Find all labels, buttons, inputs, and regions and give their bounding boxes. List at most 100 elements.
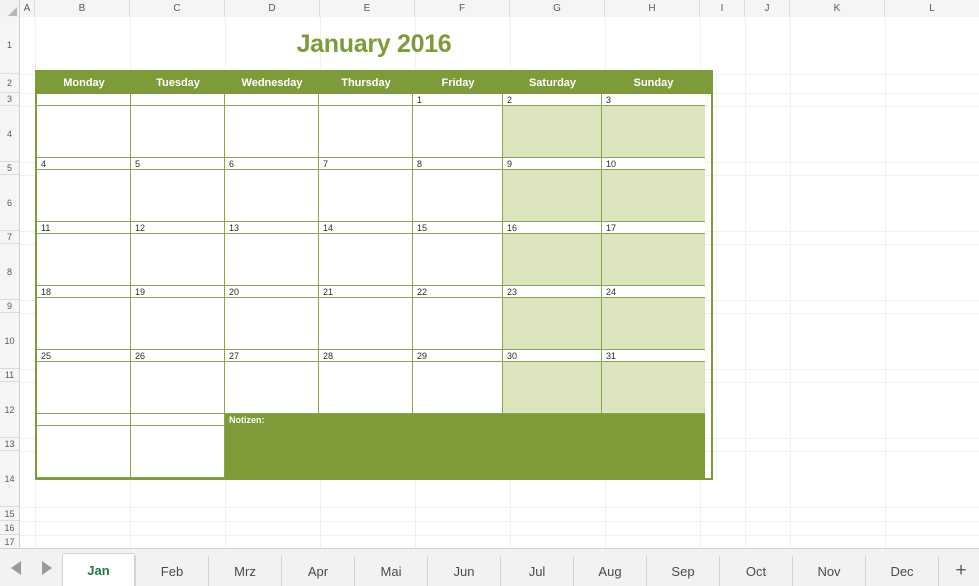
calendar-date-cell-25[interactable]: 25 (37, 350, 131, 362)
worksheet-surface[interactable]: January 2016 Monday Tuesday Wednesday Thurs… (20, 17, 979, 548)
sheet-tab-sep[interactable]: Sep (646, 556, 719, 586)
calendar-date-cell-5[interactable]: 5 (131, 158, 225, 170)
row-header-7[interactable]: 7 (0, 231, 19, 244)
sheet-tab-aug[interactable]: Aug (573, 556, 646, 586)
sheet-tab-nov[interactable]: Nov (792, 556, 865, 586)
calendar-entry-cell-27[interactable] (225, 362, 319, 414)
row-header-11[interactable]: 11 (0, 369, 19, 382)
calendar-entry-cell-2[interactable] (503, 106, 602, 158)
calendar-date-cell-31[interactable]: 31 (602, 350, 705, 362)
calendar-entry-cell-14[interactable] (319, 234, 413, 286)
calendar-date-cell-30[interactable]: 30 (503, 350, 602, 362)
calendar-date-cell-19[interactable]: 19 (131, 286, 225, 298)
notes-blank-cell[interactable] (131, 426, 225, 478)
calendar-entry-cell-18[interactable] (37, 298, 131, 350)
sheet-tab-jan[interactable]: Jan (62, 553, 135, 586)
calendar-entry-cell-26[interactable] (131, 362, 225, 414)
calendar-entry-cell-15[interactable] (413, 234, 503, 286)
sheet-tab-oct[interactable]: Oct (719, 556, 792, 586)
calendar-date-cell-1[interactable]: 1 (413, 94, 503, 106)
calendar-date-cell-empty[interactable] (225, 94, 319, 106)
calendar-entry-cell-1[interactable] (413, 106, 503, 158)
row-header-4[interactable]: 4 (0, 106, 19, 162)
column-header-a[interactable]: A (20, 0, 35, 17)
calendar-entry-cell-30[interactable] (503, 362, 602, 414)
notes-blank-cell[interactable] (37, 426, 131, 478)
calendar-date-cell-21[interactable]: 21 (319, 286, 413, 298)
sheet-tab-mrz[interactable]: Mrz (208, 556, 281, 586)
calendar-date-cell-6[interactable]: 6 (225, 158, 319, 170)
calendar-entry-cell-16[interactable] (503, 234, 602, 286)
calendar-entry-cell-11[interactable] (37, 234, 131, 286)
calendar-entry-cell-5[interactable] (131, 170, 225, 222)
calendar-date-cell-23[interactable]: 23 (503, 286, 602, 298)
calendar-entry-cell-7[interactable] (319, 170, 413, 222)
column-header-i[interactable]: I (700, 0, 745, 17)
notes-entry-area[interactable] (225, 426, 705, 478)
calendar-entry-cell-9[interactable] (503, 170, 602, 222)
calendar-date-cell-13[interactable]: 13 (225, 222, 319, 234)
row-header-8[interactable]: 8 (0, 244, 19, 300)
sheet-tab-jun[interactable]: Jun (427, 556, 500, 586)
calendar-entry-cell-24[interactable] (602, 298, 705, 350)
row-header-10[interactable]: 10 (0, 313, 19, 369)
calendar-date-cell-9[interactable]: 9 (503, 158, 602, 170)
column-header-h[interactable]: H (605, 0, 700, 17)
calendar-date-cell-26[interactable]: 26 (131, 350, 225, 362)
calendar-entry-cell-6[interactable] (225, 170, 319, 222)
select-all-corner[interactable] (0, 0, 20, 17)
calendar-date-cell-28[interactable]: 28 (319, 350, 413, 362)
calendar-entry-cell-8[interactable] (413, 170, 503, 222)
calendar-date-cell-2[interactable]: 2 (503, 94, 602, 106)
calendar-entry-cell-19[interactable] (131, 298, 225, 350)
row-header-15[interactable]: 15 (0, 507, 19, 521)
calendar-date-cell-20[interactable]: 20 (225, 286, 319, 298)
calendar-date-cell-22[interactable]: 22 (413, 286, 503, 298)
row-header-14[interactable]: 14 (0, 451, 19, 507)
calendar-date-cell-4[interactable]: 4 (37, 158, 131, 170)
calendar-date-cell-17[interactable]: 17 (602, 222, 705, 234)
calendar-entry-cell-empty[interactable] (37, 106, 131, 158)
sheet-tab-jul[interactable]: Jul (500, 556, 573, 586)
calendar-entry-cell-29[interactable] (413, 362, 503, 414)
row-header-13[interactable]: 13 (0, 438, 19, 451)
sheet-tab-feb[interactable]: Feb (135, 556, 208, 586)
calendar-entry-cell-empty[interactable] (319, 106, 413, 158)
add-sheet-button[interactable]: + (938, 556, 979, 586)
calendar-date-cell-14[interactable]: 14 (319, 222, 413, 234)
calendar-entry-cell-17[interactable] (602, 234, 705, 286)
calendar-entry-cell-22[interactable] (413, 298, 503, 350)
calendar-entry-cell-23[interactable] (503, 298, 602, 350)
calendar-entry-cell-20[interactable] (225, 298, 319, 350)
calendar-entry-cell-12[interactable] (131, 234, 225, 286)
calendar-date-cell-11[interactable]: 11 (37, 222, 131, 234)
calendar-date-cell-15[interactable]: 15 (413, 222, 503, 234)
calendar-entry-cell-13[interactable] (225, 234, 319, 286)
calendar-date-cell-29[interactable]: 29 (413, 350, 503, 362)
calendar-entry-cell-31[interactable] (602, 362, 705, 414)
calendar-date-cell-empty[interactable] (319, 94, 413, 106)
calendar-date-cell-24[interactable]: 24 (602, 286, 705, 298)
column-header-b[interactable]: B (35, 0, 130, 17)
column-header-g[interactable]: G (510, 0, 605, 17)
calendar-date-cell-7[interactable]: 7 (319, 158, 413, 170)
row-header-5[interactable]: 5 (0, 162, 19, 175)
previous-sheet-arrow-icon[interactable] (10, 560, 21, 575)
notes-blank-cell[interactable] (131, 414, 225, 426)
sheet-tab-apr[interactable]: Apr (281, 556, 354, 586)
calendar-entry-cell-21[interactable] (319, 298, 413, 350)
column-header-k[interactable]: K (790, 0, 885, 17)
sheet-tab-mai[interactable]: Mai (354, 556, 427, 586)
row-header-17[interactable]: 17 (0, 535, 19, 549)
calendar-entry-cell-3[interactable] (602, 106, 705, 158)
calendar-date-cell-16[interactable]: 16 (503, 222, 602, 234)
calendar-entry-cell-28[interactable] (319, 362, 413, 414)
calendar-date-cell-empty[interactable] (37, 94, 131, 106)
calendar-entry-cell-empty[interactable] (131, 106, 225, 158)
calendar-date-cell-3[interactable]: 3 (602, 94, 705, 106)
calendar-date-cell-18[interactable]: 18 (37, 286, 131, 298)
notes-blank-cell[interactable] (37, 414, 131, 426)
column-header-e[interactable]: E (320, 0, 415, 17)
calendar-date-cell-12[interactable]: 12 (131, 222, 225, 234)
next-sheet-arrow-icon[interactable] (41, 560, 52, 575)
